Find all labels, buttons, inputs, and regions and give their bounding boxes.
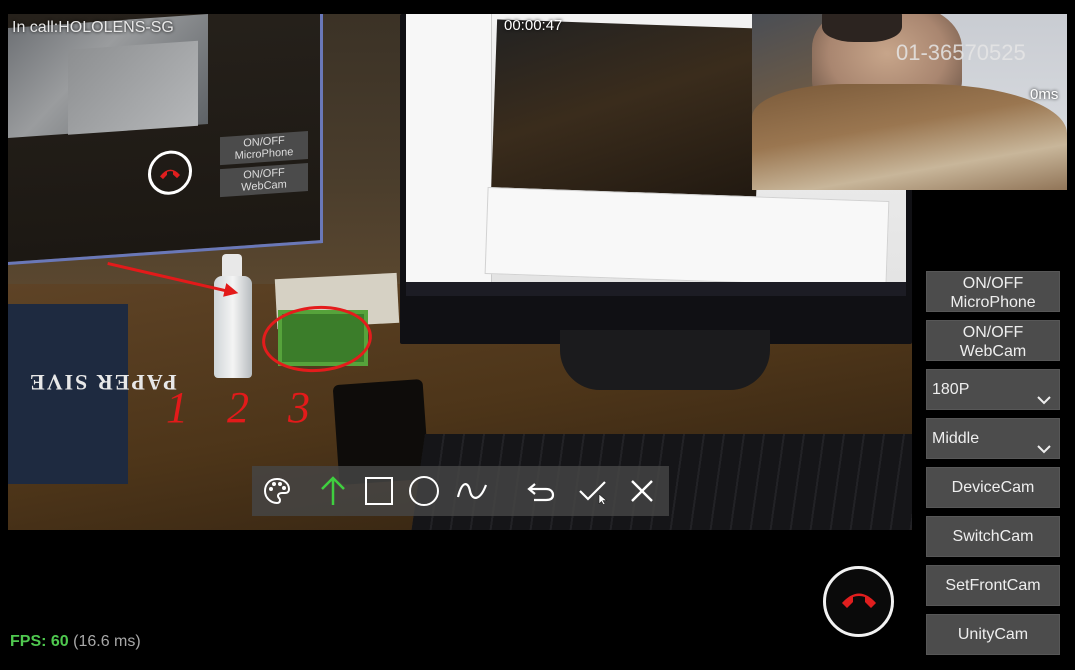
phone-hangup-icon — [839, 588, 879, 615]
palette-icon[interactable] — [261, 475, 293, 507]
hologram-panel: ON/OFF MicroPhone ON/OFF WebCam — [8, 14, 323, 266]
resolution-select[interactable]: 180P — [926, 369, 1060, 410]
self-view-latency: 0ms — [1030, 86, 1059, 103]
check-icon[interactable] — [577, 475, 609, 507]
drawing-toolbar — [252, 466, 669, 516]
monitor-taskbar — [406, 282, 906, 296]
set-front-cam-button[interactable]: SetFrontCam — [926, 565, 1060, 606]
close-icon[interactable] — [626, 475, 658, 507]
undo-icon[interactable] — [525, 475, 557, 507]
chevron-down-icon — [1036, 431, 1052, 470]
position-select[interactable]: Middle — [926, 418, 1060, 459]
fps-value: FPS: 60 — [10, 633, 69, 650]
square-icon[interactable] — [363, 475, 395, 507]
self-view-device-id: 01-36570525 — [896, 40, 1026, 65]
chevron-down-icon — [1036, 382, 1052, 421]
annotation-handwriting: 1 2 3 — [166, 383, 324, 432]
hologram-microphone-button: ON/OFF MicroPhone — [220, 131, 308, 166]
microphone-toggle-sublabel: MicroPhone — [950, 294, 1036, 311]
device-cam-button[interactable]: DeviceCam — [926, 467, 1060, 508]
webcam-toggle-label: ON/OFF — [962, 324, 1024, 341]
unity-cam-button[interactable]: UnityCam — [926, 614, 1060, 655]
call-timer: 00:00:47 — [504, 17, 563, 34]
microphone-toggle-label: ON/OFF — [962, 275, 1024, 292]
microphone-toggle-button[interactable]: ON/OFF MicroPhone — [926, 271, 1060, 312]
call-status-label: In call:HOLOLENS-SG — [12, 19, 174, 36]
arrow-up-icon[interactable] — [317, 475, 349, 507]
monitor-stand — [560, 330, 770, 390]
hologram-webcam-button: ON/OFF WebCam — [220, 163, 308, 198]
circle-icon[interactable] — [408, 475, 440, 507]
fps-counter: FPS: 60 (16.6 ms) — [10, 633, 141, 651]
wave-icon[interactable] — [456, 475, 488, 507]
position-select-value: Middle — [932, 430, 980, 447]
monitor-inner-video — [491, 19, 762, 204]
monitor-white-card — [484, 187, 890, 288]
hologram-webcam-label-2: WebCam — [241, 178, 287, 194]
fps-frame-time: (16.6 ms) — [73, 633, 141, 650]
book-cover-text: PAPER SIVE — [28, 370, 177, 395]
resolution-select-value: 180P — [932, 381, 970, 398]
webcam-toggle-button[interactable]: ON/OFF WebCam — [926, 320, 1060, 361]
switch-cam-button[interactable]: SwitchCam — [926, 516, 1060, 557]
hangup-button[interactable] — [823, 566, 894, 637]
monitor-sidebar — [406, 14, 492, 282]
webcam-toggle-sublabel: WebCam — [959, 343, 1027, 360]
self-view-hair — [822, 14, 902, 42]
self-view-blanket — [752, 84, 1067, 190]
hologram-image-2 — [68, 40, 198, 135]
hologram-hangup-icon — [148, 149, 192, 197]
